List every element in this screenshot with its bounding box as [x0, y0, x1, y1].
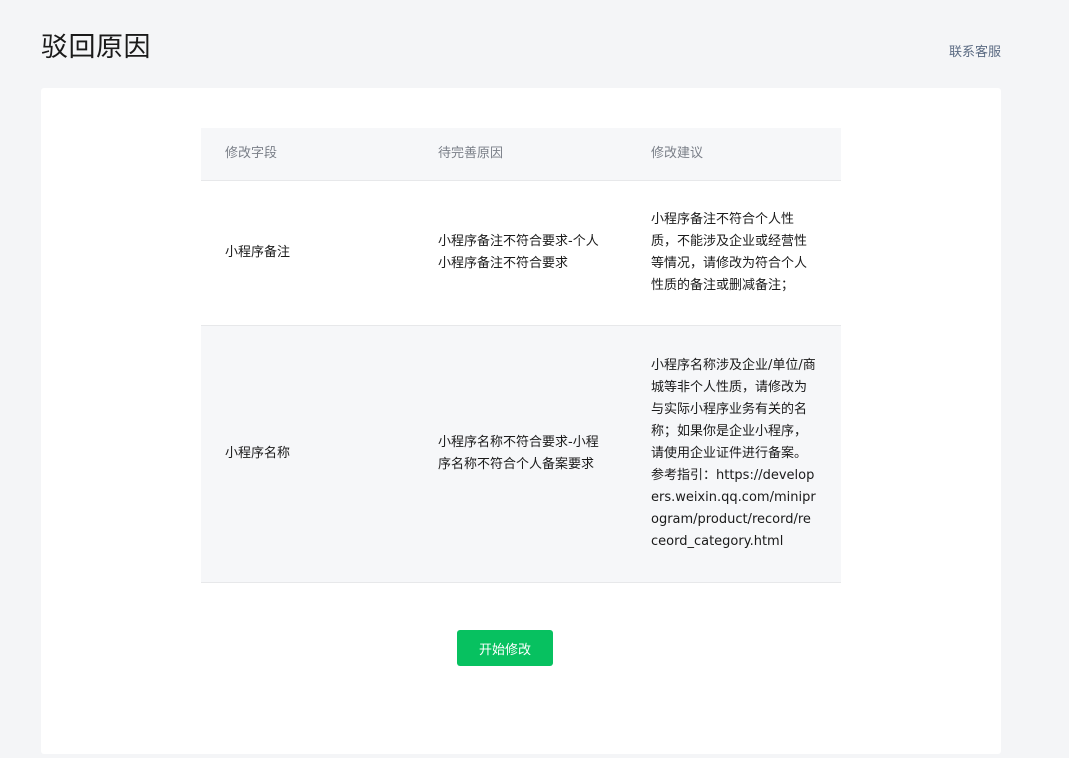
table-header: 修改字段 待完善原因 修改建议	[201, 128, 841, 181]
contact-support-link[interactable]: 联系客服	[949, 44, 1001, 62]
field-cell: 小程序名称	[225, 446, 291, 461]
reason-cell: 小程序名称不符合要求-小程序名称不符合个人备案要求	[438, 435, 599, 472]
column-header-suggestion: 修改建议	[651, 146, 704, 161]
table-row: 小程序备注 小程序备注不符合要求-个人小程序备注不符合要求 小程序备注不符合个人…	[201, 181, 841, 326]
rejection-table: 修改字段 待完善原因 修改建议 小程序备注 小程序备注不符合要求-个人小程序备注…	[201, 128, 841, 583]
field-cell: 小程序备注	[225, 245, 291, 260]
suggestion-cell: 小程序备注不符合个人性质，不能涉及企业或经营性等情况，请修改为符合个人性质的备注…	[651, 212, 808, 293]
column-header-reason: 待完善原因	[438, 146, 504, 161]
page-title: 驳回原因	[41, 32, 151, 63]
table-row: 小程序名称 小程序名称不符合要求-小程序名称不符合个人备案要求 小程序名称涉及企…	[201, 326, 841, 583]
rejection-card: 修改字段 待完善原因 修改建议 小程序备注 小程序备注不符合要求-个人小程序备注…	[41, 88, 1001, 754]
reason-cell: 小程序备注不符合要求-个人小程序备注不符合要求	[438, 234, 599, 271]
column-header-field: 修改字段	[225, 146, 278, 161]
start-edit-button[interactable]: 开始修改	[457, 630, 553, 666]
suggestion-cell: 小程序名称涉及企业/单位/商城等非个人性质，请修改为与实际小程序业务有关的名称；…	[651, 358, 816, 549]
